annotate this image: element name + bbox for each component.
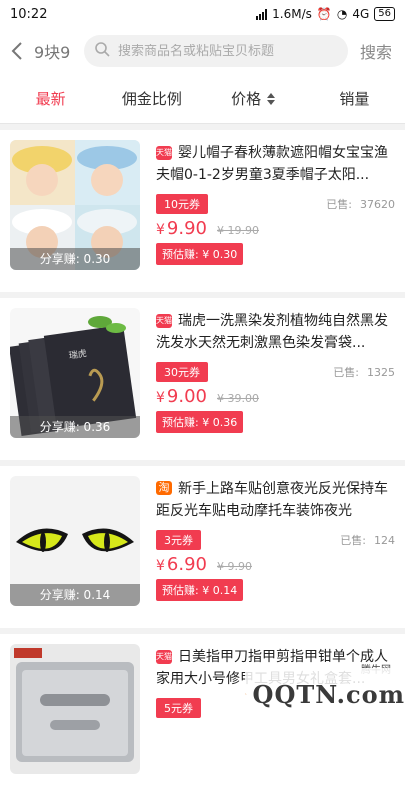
current-price: ¥9.90 <box>156 218 207 239</box>
sold-count: 已售:37620 <box>326 196 395 212</box>
product-title: 天猫婴儿帽子春秋薄款遮阳帽女宝宝渔夫帽0-1-2岁男童3夏季帽子太阳... <box>156 142 395 186</box>
search-input[interactable] <box>118 44 338 59</box>
original-price: ¥ 9.90 <box>217 560 252 573</box>
original-price: ¥ 19.90 <box>217 224 259 237</box>
coupon-badge[interactable]: 30元券 <box>156 362 208 382</box>
estimated-earning-badge: 预估赚: ¥ 0.36 <box>156 411 243 433</box>
sort-tabs: 最新 佣金比例 价格 销量 <box>0 74 405 124</box>
share-earn-label: 分享赚: 0.30 <box>10 248 140 270</box>
coupon-badge[interactable]: 10元券 <box>156 194 208 214</box>
estimated-earning-badge: 预估赚: ¥ 0.14 <box>156 579 243 601</box>
tmall-icon: 天猫 <box>156 314 172 328</box>
product-image: 瑞虎 分享赚: 0.36 <box>10 308 140 438</box>
taobao-icon: 淘 <box>156 481 172 495</box>
signal-icon <box>256 9 267 20</box>
tab-commission[interactable]: 佣金比例 <box>101 88 202 109</box>
search-icon <box>94 41 110 61</box>
tab-sales[interactable]: 销量 <box>304 88 405 109</box>
list-item[interactable]: 分享赚: 0.14 淘新手上路车贴创意夜光反光保持车距反光车贴电动摩托车装饰夜光… <box>0 466 405 628</box>
product-image: 分享赚: 0.30 <box>10 140 140 270</box>
product-title: 天猫瑞虎一洗黑染发剂植物纯自然黑发洗发水天然无刺激黑色染发膏袋... <box>156 310 395 354</box>
sort-icon <box>267 93 275 105</box>
search-button[interactable]: 搜索 <box>360 39 392 63</box>
watermark-icon <box>245 679 247 709</box>
coupon-badge[interactable]: 5元券 <box>156 698 201 718</box>
tmall-icon: 天猫 <box>156 650 172 664</box>
watermark-logo: QQTN.com <box>245 668 405 720</box>
product-title: 淘新手上路车贴创意夜光反光保持车距反光车贴电动摩托车装饰夜光 <box>156 478 395 522</box>
product-image <box>10 644 140 774</box>
page-title: 9块9 <box>34 39 76 63</box>
status-bar: 10:22 1.6M/s ⏰ ◔ 4G 56 <box>0 0 405 28</box>
coupon-badge[interactable]: 3元券 <box>156 530 201 550</box>
tab-price[interactable]: 价格 <box>203 88 304 109</box>
estimated-earning-badge: 预估赚: ¥ 0.30 <box>156 243 243 265</box>
share-earn-label: 分享赚: 0.14 <box>10 584 140 606</box>
status-time: 10:22 <box>10 7 47 22</box>
alarm-icon: ⏰ <box>317 7 332 21</box>
list-item[interactable]: 瑞虎 分享赚: 0.36 天猫瑞虎一洗黑染发剂植物纯自然黑发洗发水天然无刺激黑色… <box>0 298 405 460</box>
sold-count: 已售:124 <box>340 532 395 548</box>
list-item[interactable]: 分享赚: 0.30 天猫婴儿帽子春秋薄款遮阳帽女宝宝渔夫帽0-1-2岁男童3夏季… <box>0 130 405 292</box>
search-bar[interactable] <box>84 35 348 67</box>
top-bar: 9块9 搜索 <box>0 28 405 74</box>
current-price: ¥6.90 <box>156 554 207 575</box>
share-earn-label: 分享赚: 0.36 <box>10 416 140 438</box>
wifi-icon: ◔ <box>337 7 347 21</box>
battery-icon: 56 <box>374 7 395 21</box>
chevron-left-icon[interactable] <box>8 36 26 66</box>
product-image: 分享赚: 0.14 <box>10 476 140 606</box>
network-speed: 1.6M/s <box>272 7 312 21</box>
original-price: ¥ 39.00 <box>217 392 259 405</box>
tmall-icon: 天猫 <box>156 146 172 160</box>
current-price: ¥9.00 <box>156 386 207 407</box>
network-type: 4G <box>352 7 369 21</box>
sold-count: 已售:1325 <box>333 364 395 380</box>
tab-latest[interactable]: 最新 <box>0 88 101 109</box>
